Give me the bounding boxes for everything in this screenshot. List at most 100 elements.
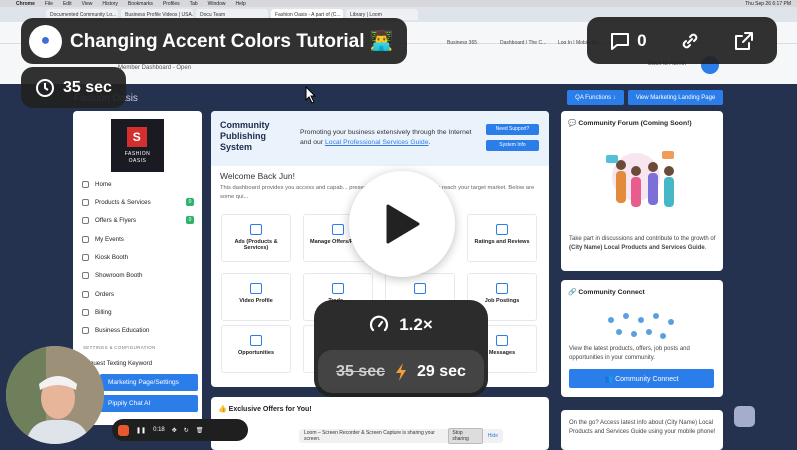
on-the-go-text: On the go? Access latest info about (Cit… — [569, 420, 716, 435]
webcam-bubble[interactable] — [6, 346, 104, 444]
duration-pill: 35 sec — [21, 67, 126, 108]
forum-title: 💬 Community Forum (Coming Soon!) — [568, 120, 692, 127]
services-guide-link[interactable]: Local Professional Services Guide — [325, 139, 429, 146]
pippily-chat-button[interactable]: Pippily Chat AI — [100, 395, 198, 412]
welcome-heading: Welcome Back Jun! — [220, 171, 295, 181]
sidebar-item-showroom[interactable]: Showroom Booth — [82, 269, 194, 281]
forum-text-c: . — [704, 245, 707, 251]
pause-icon[interactable]: ❚❚ — [136, 427, 146, 434]
comments-button[interactable]: 0 — [609, 30, 647, 52]
menu-view[interactable]: View — [82, 1, 93, 7]
card-label: Opportunities — [237, 350, 275, 356]
community-logo-icon: ● — [29, 24, 62, 58]
community-forum-panel: 💬 Community Forum (Coming Soon!) Take pa… — [561, 111, 723, 271]
stop-sharing-button[interactable]: Stop sharing — [448, 428, 483, 444]
sidebar-item-offers[interactable]: Offers & Flyers 0 — [82, 214, 194, 226]
briefcase-icon — [496, 283, 508, 294]
external-link-icon[interactable] — [733, 30, 755, 52]
megaphone-icon — [250, 224, 262, 235]
card-video-profile[interactable]: Video Profile — [221, 273, 291, 321]
qa-functions-button[interactable]: QA Functions ↓ — [567, 90, 624, 105]
need-support-button[interactable]: Need Support? — [486, 124, 539, 135]
sidebar-item-label: Business Education — [95, 326, 150, 334]
marketing-landing-button[interactable]: View Marketing Landing Page — [628, 90, 723, 105]
sidebar-item-label: My Events — [95, 235, 124, 243]
app-menu[interactable]: Chrome — [16, 1, 35, 7]
sidebar-item-home[interactable]: Home — [82, 178, 194, 190]
forum-text: Take part in discussions and contribute … — [569, 235, 717, 253]
sidebar-item-products[interactable]: Products & Services 0 — [82, 196, 194, 208]
logo-text: FASHION OASIS — [124, 151, 151, 164]
sidebar-item-kiosk[interactable]: Kiosk Booth — [82, 251, 194, 263]
hide-button[interactable]: Hide — [488, 433, 498, 439]
promo-text: Promoting your business extensively thro… — [300, 128, 480, 148]
sidebar-item-request-keyword[interactable]: Request Texting Keyword — [82, 357, 194, 369]
menu-window[interactable]: Window — [208, 1, 226, 7]
playback-speed[interactable]: 1.2× — [314, 300, 488, 350]
community-connect-panel: 🔗 Community Connect View the latest prod… — [561, 280, 723, 397]
connect-text: View the latest products, offers, job po… — [569, 346, 690, 361]
community-connect-button[interactable]: 👥 Community Connect — [569, 369, 714, 388]
sidebar-item-label: Kiosk Booth — [95, 253, 129, 261]
stop-recording-button[interactable] — [118, 424, 129, 436]
menu-file[interactable]: File — [45, 1, 53, 7]
screen-sharing-bar: Loom – Screen Recorder & Screen Capture … — [299, 428, 503, 444]
video-duration: 35 sec — [63, 78, 112, 96]
comment-count: 0 — [637, 30, 647, 50]
menu-edit[interactable]: Edit — [63, 1, 72, 7]
chat-icon — [496, 335, 508, 346]
menu-help[interactable]: Help — [235, 1, 245, 7]
trash-icon[interactable]: 🗑 — [196, 427, 204, 434]
umbrella-icon — [414, 283, 426, 294]
education-icon — [82, 326, 89, 334]
video-icon — [250, 283, 262, 294]
menu-tab[interactable]: Tab — [190, 1, 198, 7]
speed-value: 1.2× — [399, 315, 433, 334]
network-illustration — [608, 313, 674, 339]
recording-controls: ❚❚ 0:18 ✥ ↻ 🗑 — [112, 419, 248, 441]
box-icon — [82, 198, 89, 206]
sidebar-item-label: Billing — [95, 308, 112, 316]
play-icon — [386, 204, 420, 244]
dashboard-status: Member Dashboard - Open — [118, 65, 192, 71]
menu-profiles[interactable]: Profiles — [163, 1, 180, 7]
offers-title: 👍 Exclusive Offers for You! — [218, 406, 312, 413]
sidebar-item-orders[interactable]: Orders — [82, 288, 194, 300]
ticket-icon — [332, 224, 344, 235]
sidebar-item-events[interactable]: My Events — [82, 233, 194, 245]
sidebar-item-billing[interactable]: Billing — [82, 306, 194, 318]
forum-text-a: Take part in discussions and contribute … — [569, 236, 716, 242]
speed-panel[interactable]: 1.2× 35 sec 29 sec — [314, 300, 488, 397]
tag-icon — [82, 216, 89, 224]
star-icon — [496, 224, 508, 235]
booth-icon — [82, 253, 89, 261]
settings-section-heading: SETTINGS & CONFIGURATION — [83, 345, 156, 350]
card-ads[interactable]: Ads (Products & Services) — [221, 214, 291, 262]
connect-title: 🔗 Community Connect — [568, 289, 645, 296]
count-badge: 0 — [186, 198, 194, 206]
menu-history[interactable]: History — [102, 1, 118, 7]
sidebar-item-label: Offers & Flyers — [95, 216, 137, 224]
card-label: Ratings and Reviews — [474, 239, 530, 245]
card-icon — [82, 308, 89, 316]
store-icon — [82, 271, 89, 279]
card-ratings[interactable]: Ratings and Reviews — [467, 214, 537, 262]
briefcase-icon — [250, 335, 262, 346]
drag-handle-icon[interactable]: ✥ — [172, 427, 177, 434]
calendar-icon — [82, 235, 89, 243]
card-opportunities[interactable]: Opportunities — [221, 325, 291, 373]
link-icon[interactable] — [679, 30, 701, 52]
card-label: Video Profile — [239, 298, 273, 304]
sharing-message: Loom – Screen Recorder & Screen Capture … — [304, 430, 435, 442]
card-label: Messages — [488, 350, 516, 356]
menu-bookmarks[interactable]: Bookmarks — [128, 1, 153, 7]
play-button[interactable] — [349, 171, 455, 277]
marketing-page-settings-button[interactable]: Marketing Page/Settings — [100, 374, 198, 391]
sidebar-item-label: Products & Services — [95, 198, 151, 206]
restart-icon[interactable]: ↻ — [184, 427, 189, 434]
recording-timer: 0:18 — [153, 427, 165, 433]
floating-widget[interactable] — [734, 406, 755, 427]
system-info-button[interactable]: System Info — [486, 140, 539, 151]
business-logo: S FASHION OASIS — [111, 119, 164, 172]
sidebar-item-education[interactable]: Business Education — [82, 324, 194, 336]
